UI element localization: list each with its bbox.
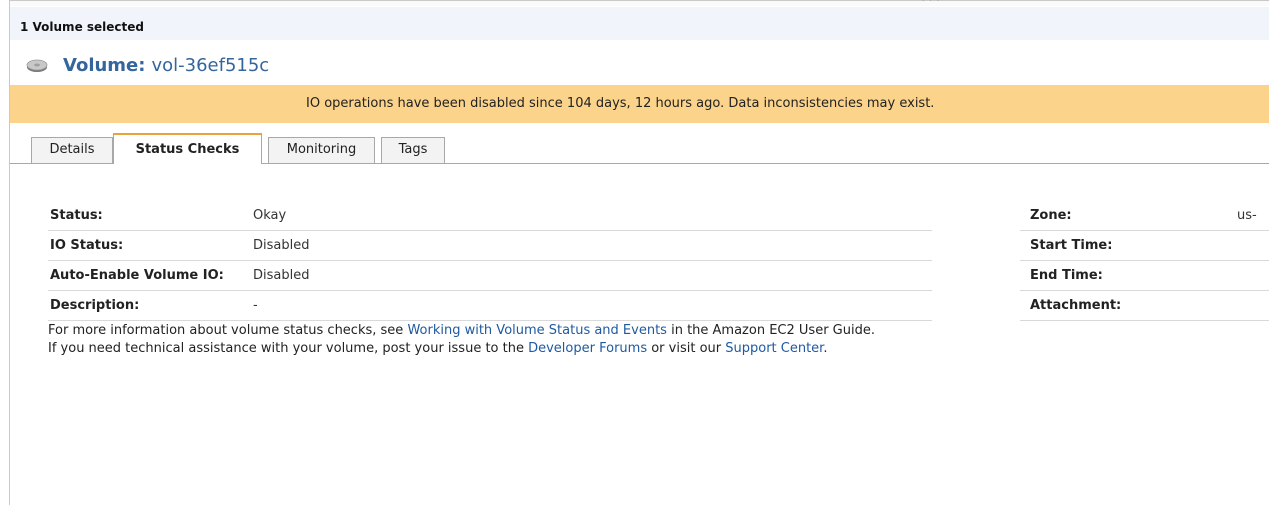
field-label: End Time: [1030, 268, 1103, 283]
help-line-1: For more information about volume status… [48, 322, 875, 340]
volume-heading: Volume: vol-36ef515c [25, 52, 269, 78]
details-pane: ' ' ' 1 Volume selected Volume: vol-36ef… [9, 0, 1269, 505]
tab-details[interactable]: Details [31, 137, 113, 163]
field-value: Disabled [253, 268, 310, 283]
field-label: Status: [50, 208, 103, 223]
disk-icon [26, 59, 48, 72]
volume-status-events-link[interactable]: Working with Volume Status and Events [407, 323, 667, 338]
help-text-segment: For more information about volume status… [48, 323, 408, 338]
io-disabled-banner: IO operations have been disabled since 1… [10, 85, 1269, 123]
help-text: For more information about volume status… [48, 322, 875, 358]
tab-status-checks[interactable]: Status Checks [113, 133, 262, 164]
volume-id: vol-36ef515c [151, 54, 270, 76]
field-label: Zone: [1030, 208, 1072, 223]
io-disabled-message: IO operations have been disabled since 1… [306, 96, 935, 111]
field-row-io-status: IO Status: Disabled [48, 231, 932, 261]
field-value: us- [1237, 208, 1257, 223]
help-text-segment: in the Amazon EC2 User Guide. [666, 323, 875, 338]
field-row-auto-enable-io: Auto-Enable Volume IO: Disabled [48, 261, 932, 291]
field-label: Auto-Enable Volume IO: [50, 268, 224, 283]
field-row-description: Description: - [48, 291, 932, 321]
field-label: IO Status: [50, 238, 124, 253]
tab-tags[interactable]: Tags [381, 137, 445, 163]
help-text-segment: . [823, 341, 828, 356]
field-value: - [253, 298, 258, 313]
resize-grip[interactable]: ' ' ' [10, 0, 1269, 8]
help-text-segment: or visit our [647, 341, 726, 356]
field-row-status: Status: Okay [48, 201, 932, 231]
developer-forums-link[interactable]: Developer Forums [528, 341, 647, 356]
field-row-end-time: End Time: [1020, 261, 1269, 291]
tab-monitoring[interactable]: Monitoring [268, 137, 375, 163]
selection-count: 1 Volume selected [20, 20, 144, 34]
support-center-link[interactable]: Support Center [725, 341, 823, 356]
field-label: Description: [50, 298, 140, 313]
field-label: Attachment: [1030, 298, 1122, 313]
help-text-segment: If you need technical assistance with yo… [48, 341, 529, 356]
field-row-start-time: Start Time: [1020, 231, 1269, 261]
field-value: Okay [253, 208, 287, 223]
field-value: Disabled [253, 238, 310, 253]
volume-title-label: Volume: [63, 54, 146, 76]
help-line-2: If you need technical assistance with yo… [48, 340, 875, 358]
field-row-zone: Zone: us- [1020, 201, 1269, 231]
tab-bar: Details Status Checks Monitoring Tags [10, 132, 1269, 164]
field-row-attachment: Attachment: [1020, 291, 1269, 321]
selection-bar: 1 Volume selected [10, 7, 1269, 40]
field-label: Start Time: [1030, 238, 1113, 253]
